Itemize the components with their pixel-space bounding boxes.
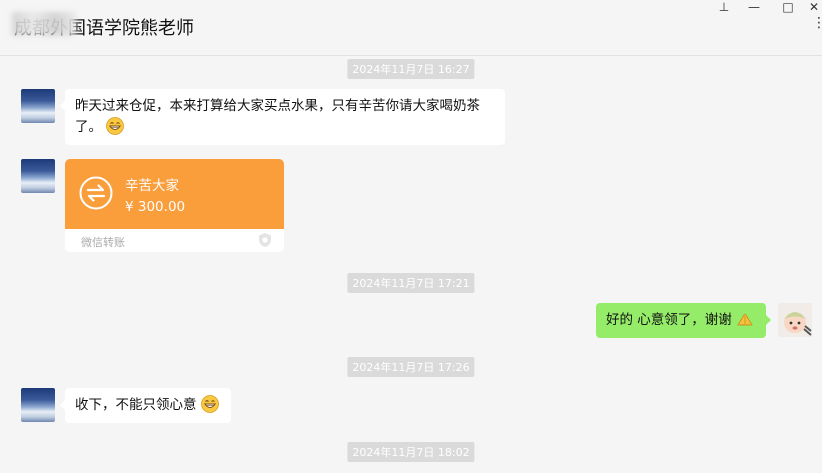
transfer-card[interactable]: 辛苦大家 ¥ 300.00 微信转账 <box>65 159 284 252</box>
timestamp: 2024年11月7日 17:26 <box>347 357 475 377</box>
chat-header: 成都外国语学院熊老师 <box>0 0 822 56</box>
shield-icon <box>259 233 271 247</box>
pin-button[interactable]: ⊥ <box>714 0 734 14</box>
transfer-card-top: 辛苦大家 ¥ 300.00 <box>65 159 284 229</box>
transfer-amount: ¥ 300.00 <box>125 199 186 215</box>
my-message-bubble[interactable]: 好的 心意领了，谢谢 <box>596 303 771 338</box>
contact-avatar[interactable] <box>21 388 55 422</box>
my-avatar[interactable] <box>778 303 812 337</box>
transfer-arrows-icon <box>79 176 113 210</box>
more-options-button[interactable]: ⋮ <box>812 16 822 34</box>
transfer-card-footer: 微信转账 <box>65 229 284 252</box>
contact-avatar[interactable] <box>21 159 55 193</box>
timestamp: 2024年11月7日 18:02 <box>347 442 475 462</box>
close-button[interactable]: ✕ <box>804 0 822 14</box>
message-bubble[interactable]: 昨天过来仓促，本来打算给大家买点水果，只有辛苦你请大家喝奶茶 了。 <box>60 89 505 145</box>
timestamp: 2024年11月7日 16:27 <box>347 59 475 79</box>
message-text: 好的 心意领了，谢谢 <box>606 312 732 328</box>
title-blur-overlay <box>12 12 76 36</box>
timestamp: 2024年11月7日 17:21 <box>347 273 475 293</box>
message-text: 收下，不能只领心意 <box>75 397 197 413</box>
baby-avatar-icon <box>778 303 812 337</box>
transfer-note: 辛苦大家 <box>125 178 179 194</box>
message-bubble[interactable]: 收下，不能只领心意 <box>60 388 231 423</box>
grin-emoji-icon <box>106 117 125 135</box>
transfer-label: 微信转账 <box>81 236 125 249</box>
message-text: 了。 <box>75 119 102 135</box>
grin-emoji-icon <box>200 395 219 413</box>
maximize-button[interactable]: □ <box>778 0 798 14</box>
minimize-button[interactable]: — <box>744 0 764 14</box>
contact-avatar[interactable] <box>21 89 55 123</box>
hands-emoji-icon <box>737 313 753 326</box>
message-text: 昨天过来仓促，本来打算给大家买点水果，只有辛苦你请大家喝奶茶 <box>75 98 480 114</box>
